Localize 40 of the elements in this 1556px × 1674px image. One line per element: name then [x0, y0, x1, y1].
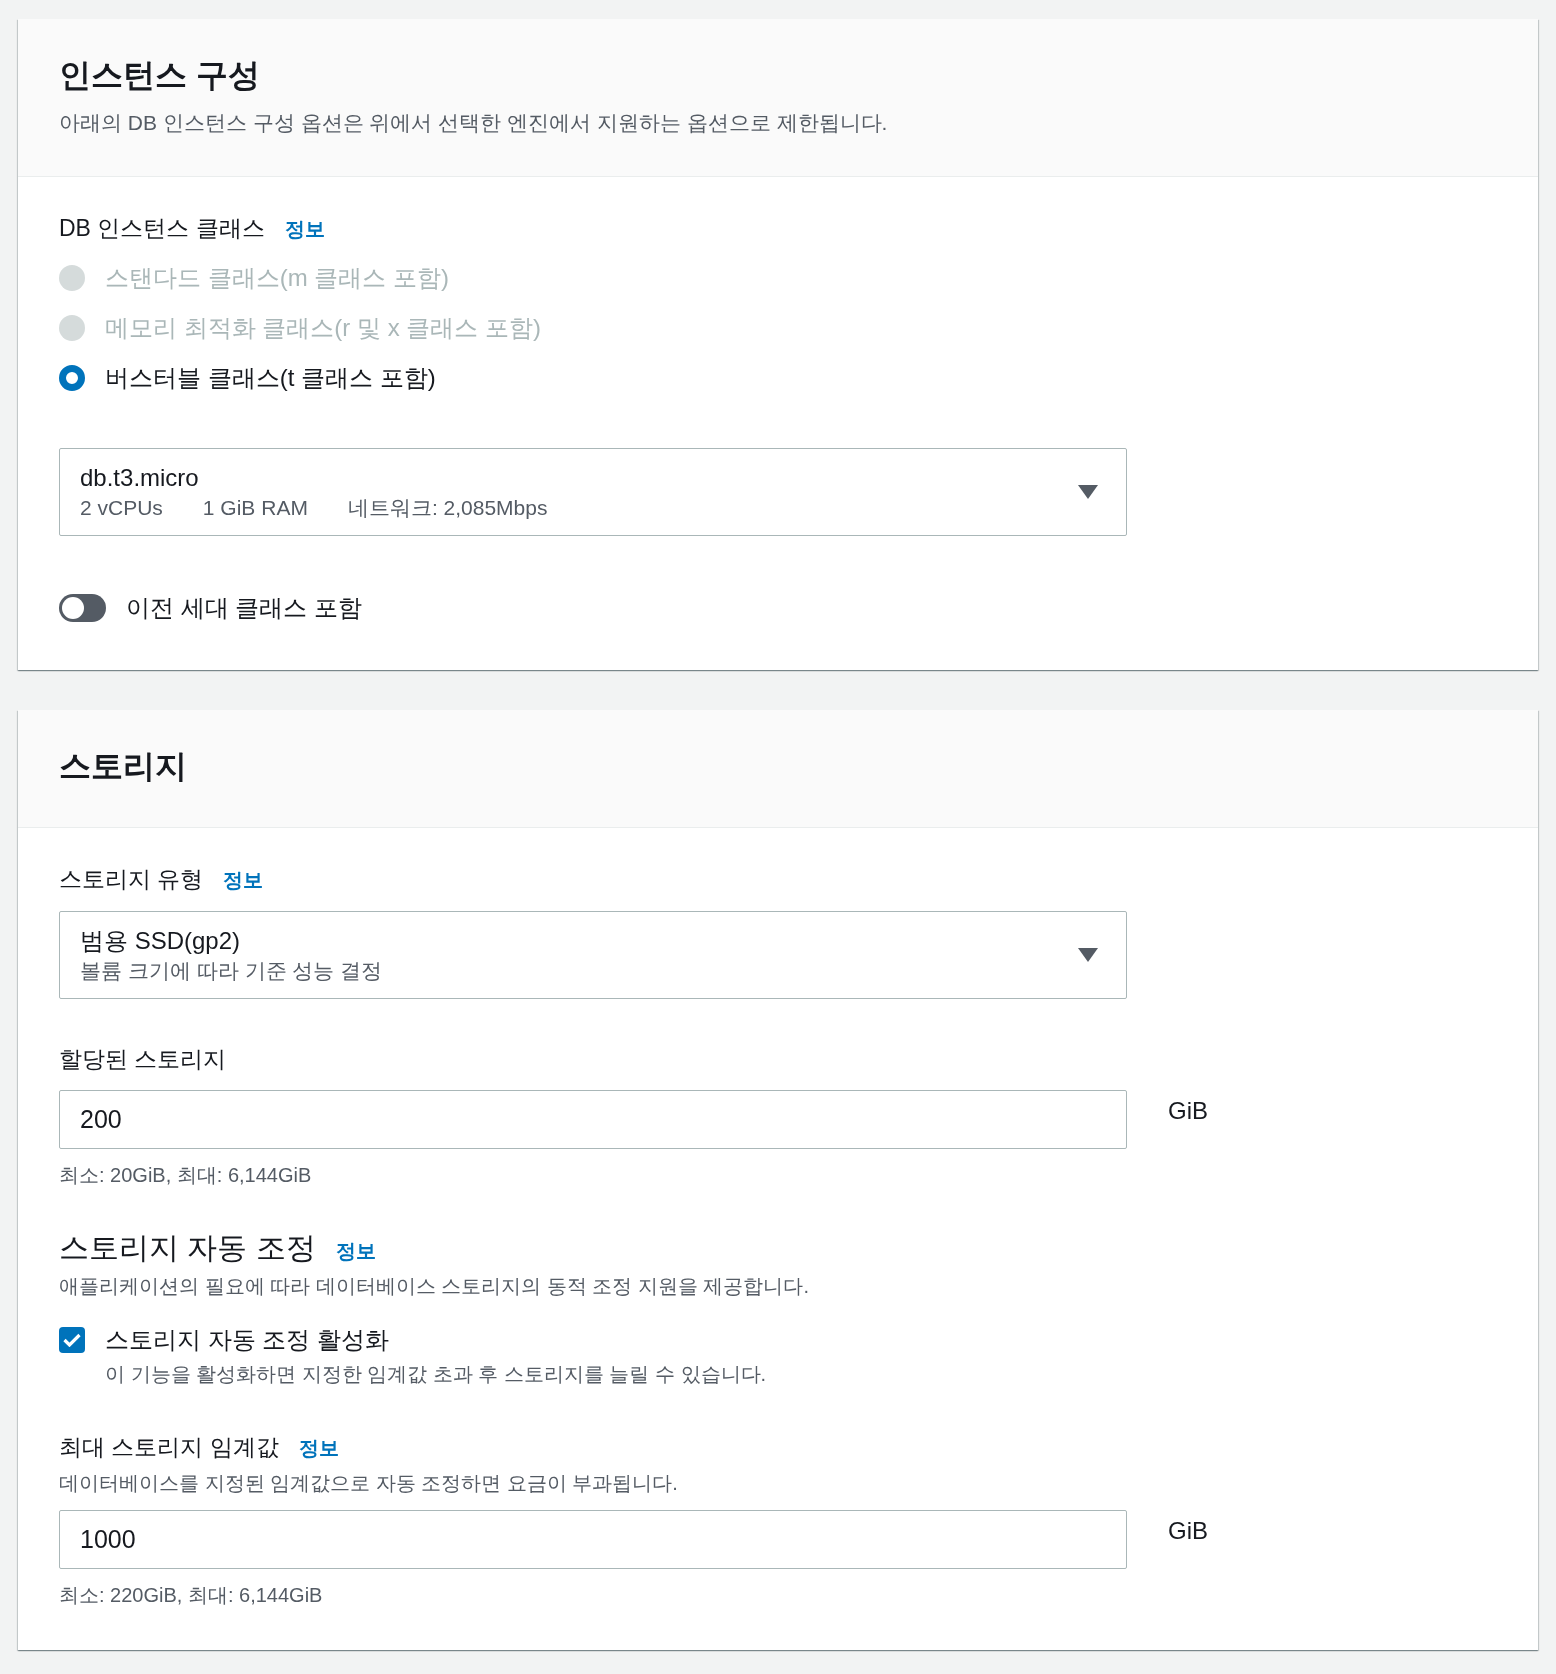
selected-value: 범용 SSD(gp2): [80, 926, 241, 956]
field-description: 데이터베이스를 지정된 임계값으로 자동 조정하면 요금이 부과됩니다.: [59, 1471, 678, 1496]
panel-description: 아래의 DB 인스턴스 구성 옵션은 위에서 선택한 엔진에서 지원하는 옵션으로 제한됩니다.: [59, 110, 888, 136]
selected-value: db.t3.micro: [80, 463, 199, 493]
constraint-text: 최소: 220GiB, 최대: 6,144GiB: [59, 1583, 323, 1608]
field-label: 할당된 스토리지: [59, 1045, 227, 1074]
number-input[interactable]: 1000: [59, 1510, 1127, 1569]
checkbox[interactable]: [59, 1327, 85, 1353]
radio-label: 스탠다드 클래스(m 클래스 포함): [105, 263, 449, 293]
field-label: 최대 스토리지 임계값: [59, 1433, 279, 1462]
number-input[interactable]: 200: [59, 1090, 1127, 1149]
section-description: 애플리케이션의 필요에 따라 데이터베이스 스토리지의 동적 조정 지원을 제공합니다.: [59, 1274, 809, 1299]
info-link[interactable]: 정보: [284, 215, 325, 243]
option-detail: 볼륨 크기에 따라 기준 성능 결정: [80, 958, 383, 984]
caret-down-icon: [1078, 948, 1098, 962]
panel-title: 인스턴스 구성: [59, 56, 260, 94]
checkbox-label: 스토리지 자동 조정 활성화: [105, 1325, 389, 1355]
field-label: DB 인스턴스 클래스: [59, 214, 265, 243]
caret-down-icon: [1078, 485, 1098, 499]
constraint-text: 최소: 20GiB, 최대: 6,144GiB: [59, 1163, 312, 1188]
panel-title: 스토리지: [59, 747, 187, 785]
option-detail: 1 GiB RAM: [202, 495, 308, 521]
section-heading: 스토리지 자동 조정: [59, 1230, 316, 1266]
toggle-label: 이전 세대 클래스 포함: [126, 593, 362, 623]
info-link[interactable]: 정보: [223, 866, 264, 894]
info-link[interactable]: 정보: [335, 1237, 376, 1265]
radio-label: 버스터블 클래스(t 클래스 포함): [105, 363, 436, 393]
unit-label: GiB: [1168, 1516, 1208, 1546]
select-dropdown[interactable]: db.t3.micro 2 vCPUs 1 GiB RAM 네트워크: 2,085Mbps: [59, 448, 1127, 536]
info-link[interactable]: 정보: [298, 1434, 339, 1462]
option-detail: 2 vCPUs: [80, 495, 163, 521]
radio-button[interactable]: [59, 365, 85, 391]
select-dropdown[interactable]: 범용 SSD(gp2) 볼륨 크기에 따라 기준 성능 결정: [59, 911, 1127, 999]
check-icon: [63, 1333, 81, 1347]
option-detail: 네트워크: 2,085Mbps: [347, 495, 548, 521]
checkbox-description: 이 기능을 활성화하면 지정한 임계값 초과 후 스토리지를 늘릴 수 있습니다.: [105, 1362, 767, 1387]
radio-label: 메모리 최적화 클래스(r 및 x 클래스 포함): [105, 313, 541, 343]
field-label: 스토리지 유형: [59, 865, 204, 894]
unit-label: GiB: [1168, 1096, 1208, 1126]
toggle-switch[interactable]: [59, 594, 106, 622]
